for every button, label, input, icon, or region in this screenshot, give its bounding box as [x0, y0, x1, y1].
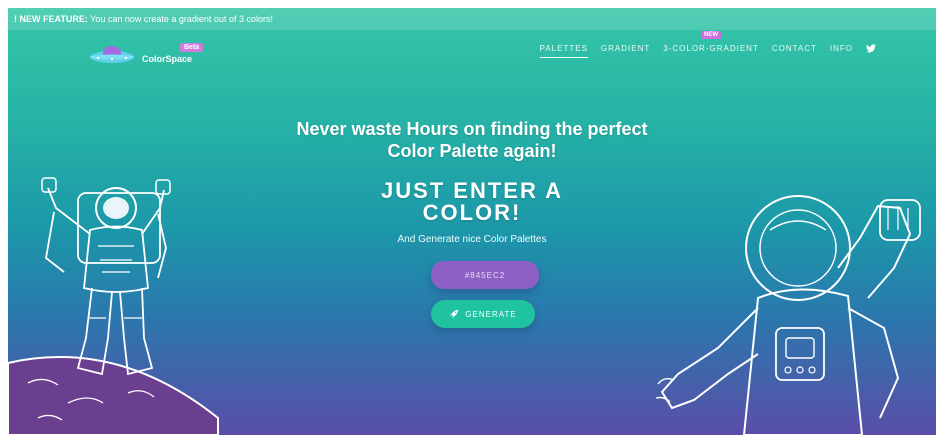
banner-prefix: ! NEW FEATURE:	[14, 14, 88, 24]
subhead-line-2: COLOR!	[422, 200, 522, 225]
beta-badge: Beta	[180, 43, 204, 52]
new-badge: NEW	[701, 31, 722, 39]
generate-button[interactable]: GENERATE	[431, 300, 535, 328]
feature-banner: ! NEW FEATURE: You can now create a grad…	[8, 8, 936, 30]
logo-name: ColorSpace	[142, 54, 193, 64]
rocket-icon	[450, 309, 459, 319]
hero-frame: ! NEW FEATURE: You can now create a grad…	[8, 8, 936, 435]
hero-headline: Never waste Hours on finding the perfect…	[8, 118, 936, 162]
hero-subhead: JUST ENTER A COLOR!	[8, 180, 936, 224]
banner-text: You can now create a gradient out of 3 c…	[90, 14, 273, 24]
headline-line-2: Color Palette again!	[387, 141, 557, 161]
nav-info[interactable]: INFO	[830, 44, 853, 53]
generate-label: GENERATE	[465, 309, 517, 319]
top-nav: PALETTES GRADIENT NEW 3-COLOR-GRADIENT C…	[527, 31, 876, 58]
subhead-line-1: JUST ENTER A	[380, 178, 564, 203]
headline-line-1: Never waste Hours on finding the perfect	[296, 119, 648, 139]
twitter-icon[interactable]	[866, 44, 876, 53]
nav-contact[interactable]: CONTACT	[772, 44, 817, 53]
nav-gradient[interactable]: GRADIENT	[601, 44, 650, 53]
nav-3-color-gradient-label: 3-COLOR-GRADIENT	[663, 44, 759, 53]
logo[interactable]: ColorSpace Beta	[88, 41, 218, 71]
spaceship-icon	[90, 46, 134, 63]
color-input[interactable]	[431, 261, 539, 289]
hero-tagline: And Generate nice Color Palettes	[397, 234, 547, 245]
nav-3-color-gradient[interactable]: NEW 3-COLOR-GRADIENT	[663, 31, 759, 53]
nav-palettes[interactable]: PALETTES	[539, 44, 589, 58]
